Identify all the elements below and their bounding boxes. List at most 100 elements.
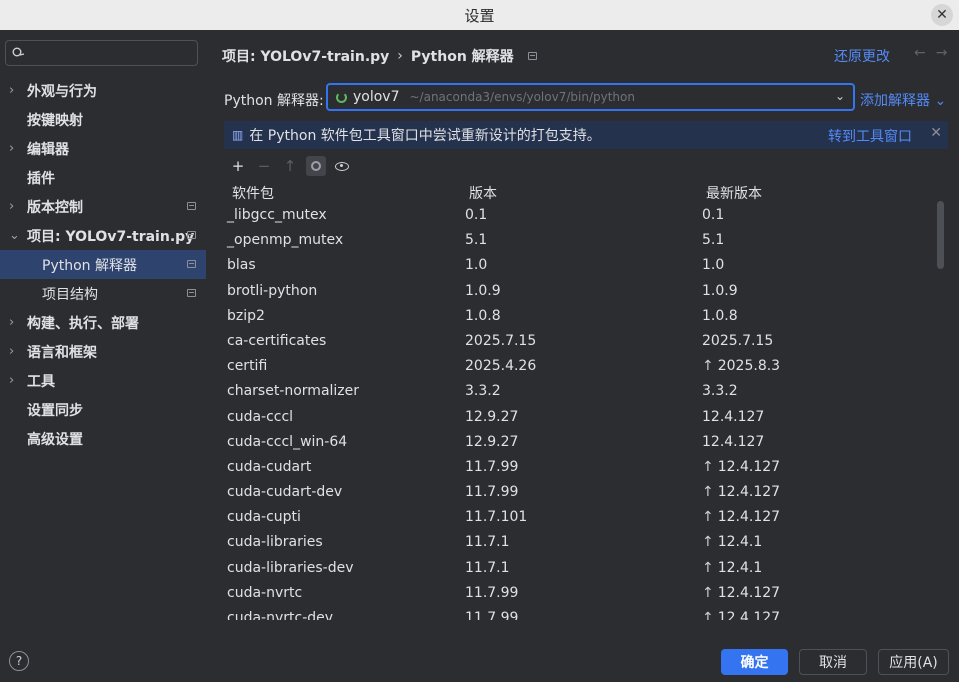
cancel-button[interactable]: 取消 xyxy=(799,649,867,675)
column-header-package[interactable]: 软件包 xyxy=(232,183,274,203)
breadcrumb-project[interactable]: 项目: YOLOv7-train.py xyxy=(222,46,389,66)
package-version-text: 1.0.8 xyxy=(465,307,501,324)
interpreter-name: yolov7 xyxy=(353,89,400,105)
package-latest-version: 5.1 xyxy=(702,232,724,248)
forward-arrow-icon[interactable]: → xyxy=(936,45,958,61)
eye-icon xyxy=(335,161,349,171)
sidebar-item[interactable]: 按键映射 xyxy=(0,105,206,134)
column-header-latest[interactable]: 最新版本 xyxy=(706,183,762,203)
show-early-releases-button[interactable] xyxy=(332,156,352,176)
chevron-right-icon[interactable]: › xyxy=(9,199,14,214)
pin-icon xyxy=(187,289,196,297)
package-name: brotli-python xyxy=(227,283,317,299)
table-row[interactable]: cuda-libraries 11.7.1 ↑ 12.4.1 xyxy=(206,531,946,556)
package-latest-text: 12.4.127 xyxy=(717,458,781,475)
search-box[interactable] xyxy=(5,40,198,66)
ok-button[interactable]: 确定 xyxy=(721,649,788,675)
refresh-toggle-button[interactable] xyxy=(306,156,326,176)
table-row[interactable]: cuda-cccl_win-64 12.9.27 12.4.127 xyxy=(206,431,946,456)
upgrade-available-icon: ↑ xyxy=(702,458,714,475)
sidebar-item-label: Python 解释器 xyxy=(42,257,137,274)
table-row[interactable]: cuda-cudart 11.7.99 ↑ 12.4.127 xyxy=(206,456,946,481)
remove-package-icon[interactable]: − xyxy=(254,156,274,176)
package-latest-text: 12.4.127 xyxy=(717,484,781,501)
go-to-tool-window-link[interactable]: 转到工具窗口 xyxy=(828,126,912,146)
table-row[interactable]: cuda-cupti 11.7.101 ↑ 12.4.127 xyxy=(206,506,946,531)
upgrade-package-icon[interactable]: ↑ xyxy=(280,156,300,176)
sidebar-item[interactable]: › 语言和框架 xyxy=(0,337,206,366)
breadcrumb-page: Python 解释器 xyxy=(410,49,514,65)
package-latest-version: 3.3.2 xyxy=(702,383,738,399)
package-latest-text: 12.4.127 xyxy=(702,408,765,425)
package-version: 11.7.1 xyxy=(465,560,510,576)
package-latest-text: 0.1 xyxy=(702,207,725,223)
add-package-icon[interactable]: + xyxy=(228,156,248,176)
chevron-down-icon[interactable]: ⌄ xyxy=(9,228,20,243)
upgrade-available-icon: ↑ xyxy=(702,584,714,601)
package-name: cuda-libraries xyxy=(227,534,323,550)
table-row[interactable]: _openmp_mutex 5.1 5.1 xyxy=(206,229,946,254)
table-row[interactable]: ca-certificates 2025.7.15 2025.7.15 xyxy=(206,330,946,355)
package-latest-text: 12.4.1 xyxy=(717,559,763,576)
package-version-text: 1.0 xyxy=(465,257,488,274)
package-version: 1.0 xyxy=(465,257,487,273)
package-name-text: _openmp_mutex xyxy=(227,232,344,249)
sidebar-item[interactable]: › 版本控制 xyxy=(0,192,206,221)
back-arrow-icon[interactable]: ← xyxy=(914,45,936,61)
interpreter-select[interactable]: yolov7 ~/anaconda3/envs/yolov7/bin/pytho… xyxy=(326,83,855,111)
package-version: 12.9.27 xyxy=(465,434,518,450)
sidebar-item[interactable]: › 外观与行为 xyxy=(0,76,206,105)
info-banner: ▥ 在 Python 软件包工具窗口中尝试重新设计的打包支持。 转到工具窗口 ✕ xyxy=(224,121,948,149)
package-latest-text: 12.4.127 xyxy=(717,584,781,601)
package-name: ca-certificates xyxy=(227,333,326,349)
table-header: 软件包 版本 最新版本 xyxy=(206,181,946,203)
sidebar-item[interactable]: 高级设置 xyxy=(0,424,206,453)
apply-button[interactable]: 应用(A) xyxy=(878,649,949,675)
table-row[interactable]: blas 1.0 1.0 xyxy=(206,254,946,279)
table-row[interactable]: cuda-nvrtc-dev 11.7.99 ↑ 12.4.127 xyxy=(206,607,946,620)
table-row[interactable]: brotli-python 1.0.9 1.0.9 xyxy=(206,280,946,305)
close-window-button[interactable]: ✕ xyxy=(931,4,953,26)
package-latest-version: ↑ 12.4.127 xyxy=(702,509,780,525)
sidebar-item[interactable]: › 构建、执行、部署 xyxy=(0,308,206,337)
sidebar-item[interactable]: Python 解释器 xyxy=(0,250,206,279)
table-row[interactable]: _libgcc_mutex 0.1 0.1 xyxy=(206,204,946,229)
banner-close-icon[interactable]: ✕ xyxy=(930,125,942,141)
sidebar-item[interactable]: › 工具 xyxy=(0,366,206,395)
package-name-text: cuda-cupti xyxy=(227,509,301,526)
table-row[interactable]: charset-normalizer 3.3.2 3.3.2 xyxy=(206,380,946,405)
package-latest-text: 1.0 xyxy=(702,257,725,274)
add-interpreter-link[interactable]: 添加解释器 ⌄ xyxy=(860,90,946,110)
chevron-right-icon[interactable]: › xyxy=(9,315,14,330)
sidebar-item-label: 插件 xyxy=(27,170,55,187)
table-row[interactable]: cuda-libraries-dev 11.7.1 ↑ 12.4.1 xyxy=(206,557,946,582)
package-name: cuda-libraries-dev xyxy=(227,560,353,576)
help-button[interactable]: ? xyxy=(9,651,29,671)
search-input[interactable] xyxy=(29,45,189,61)
sidebar-item[interactable]: ⌄ 项目: YOLOv7-train.py xyxy=(0,221,206,250)
sidebar-item[interactable]: 设置同步 xyxy=(0,395,206,424)
sidebar-item-label: 语言和框架 xyxy=(27,344,97,361)
chevron-right-icon[interactable]: › xyxy=(9,141,14,156)
chevron-right-icon[interactable]: › xyxy=(9,344,14,359)
restore-changes-link[interactable]: 还原更改 xyxy=(834,46,890,66)
upgrade-available-icon: ↑ xyxy=(702,534,714,551)
sidebar-item[interactable]: 项目结构 xyxy=(0,279,206,308)
refresh-icon xyxy=(311,161,321,171)
table-row[interactable]: cuda-nvrtc 11.7.99 ↑ 12.4.127 xyxy=(206,582,946,607)
table-row[interactable]: cuda-cudart-dev 11.7.99 ↑ 12.4.127 xyxy=(206,481,946,506)
package-name-text: cuda-nvrtc-dev xyxy=(227,610,334,620)
chevron-right-icon[interactable]: › xyxy=(9,373,14,388)
column-header-version[interactable]: 版本 xyxy=(469,183,497,203)
package-version-text: 12.9.27 xyxy=(465,408,519,425)
pin-icon xyxy=(187,260,196,268)
package-version-text: 5.1 xyxy=(465,232,488,249)
table-row[interactable]: bzip2 1.0.8 1.0.8 xyxy=(206,305,946,330)
table-row[interactable]: certifi 2025.4.26 ↑ 2025.8.3 xyxy=(206,355,946,380)
table-row[interactable]: cuda-cccl 12.9.27 12.4.127 xyxy=(206,406,946,431)
sidebar-item[interactable]: › 编辑器 xyxy=(0,134,206,163)
sidebar-item[interactable]: 插件 xyxy=(0,163,206,192)
table-scrollbar[interactable] xyxy=(937,201,944,269)
chevron-right-icon[interactable]: › xyxy=(9,83,14,98)
pin-icon xyxy=(187,231,196,239)
